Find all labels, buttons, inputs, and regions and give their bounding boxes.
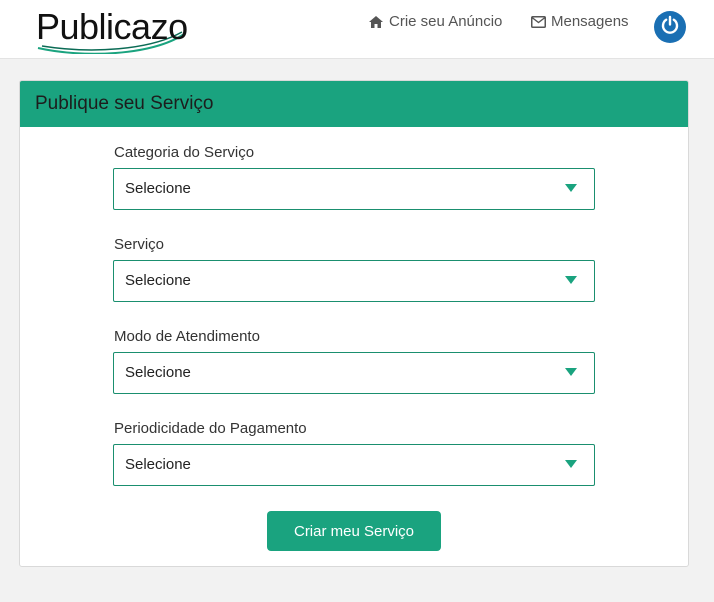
- criar-servico-button[interactable]: Criar meu Serviço: [267, 511, 441, 551]
- servico-label: Serviço: [114, 236, 165, 253]
- chevron-down-icon: [565, 276, 577, 284]
- service-form-card: Publique seu Serviço Categoria do Serviç…: [19, 80, 689, 567]
- periodicidade-select-value: Selecione: [125, 456, 191, 473]
- nav-mensagens-label: Mensagens: [551, 13, 629, 30]
- nav-mensagens[interactable]: Mensagens: [531, 13, 629, 30]
- top-navbar: Publicazo Crie seu Anúncio Mensagens: [0, 0, 714, 59]
- nav-crie-anuncio-label: Crie seu Anúncio: [389, 13, 503, 30]
- page-title: Publique seu Serviço: [35, 93, 214, 114]
- categoria-select[interactable]: Selecione: [113, 168, 595, 210]
- publicazo-logo[interactable]: Publicazo: [32, 4, 192, 54]
- home-icon: [368, 15, 384, 29]
- power-button[interactable]: [654, 11, 686, 43]
- card-header: Publique seu Serviço: [20, 81, 688, 127]
- periodicidade-label: Periodicidade do Pagamento: [114, 420, 307, 437]
- periodicidade-select[interactable]: Selecione: [113, 444, 595, 486]
- categoria-select-value: Selecione: [125, 180, 191, 197]
- servico-select[interactable]: Selecione: [113, 260, 595, 302]
- chevron-down-icon: [565, 184, 577, 192]
- power-icon: [660, 15, 680, 40]
- modo-atendimento-select[interactable]: Selecione: [113, 352, 595, 394]
- envelope-icon: [531, 15, 546, 28]
- logo-text: Publicazo: [36, 6, 188, 47]
- chevron-down-icon: [565, 368, 577, 376]
- chevron-down-icon: [565, 460, 577, 468]
- modo-atendimento-select-value: Selecione: [125, 364, 191, 381]
- servico-select-value: Selecione: [125, 272, 191, 289]
- nav-crie-anuncio[interactable]: Crie seu Anúncio: [368, 13, 502, 30]
- categoria-label: Categoria do Serviço: [114, 144, 255, 161]
- modo-atendimento-label: Modo de Atendimento: [114, 328, 260, 345]
